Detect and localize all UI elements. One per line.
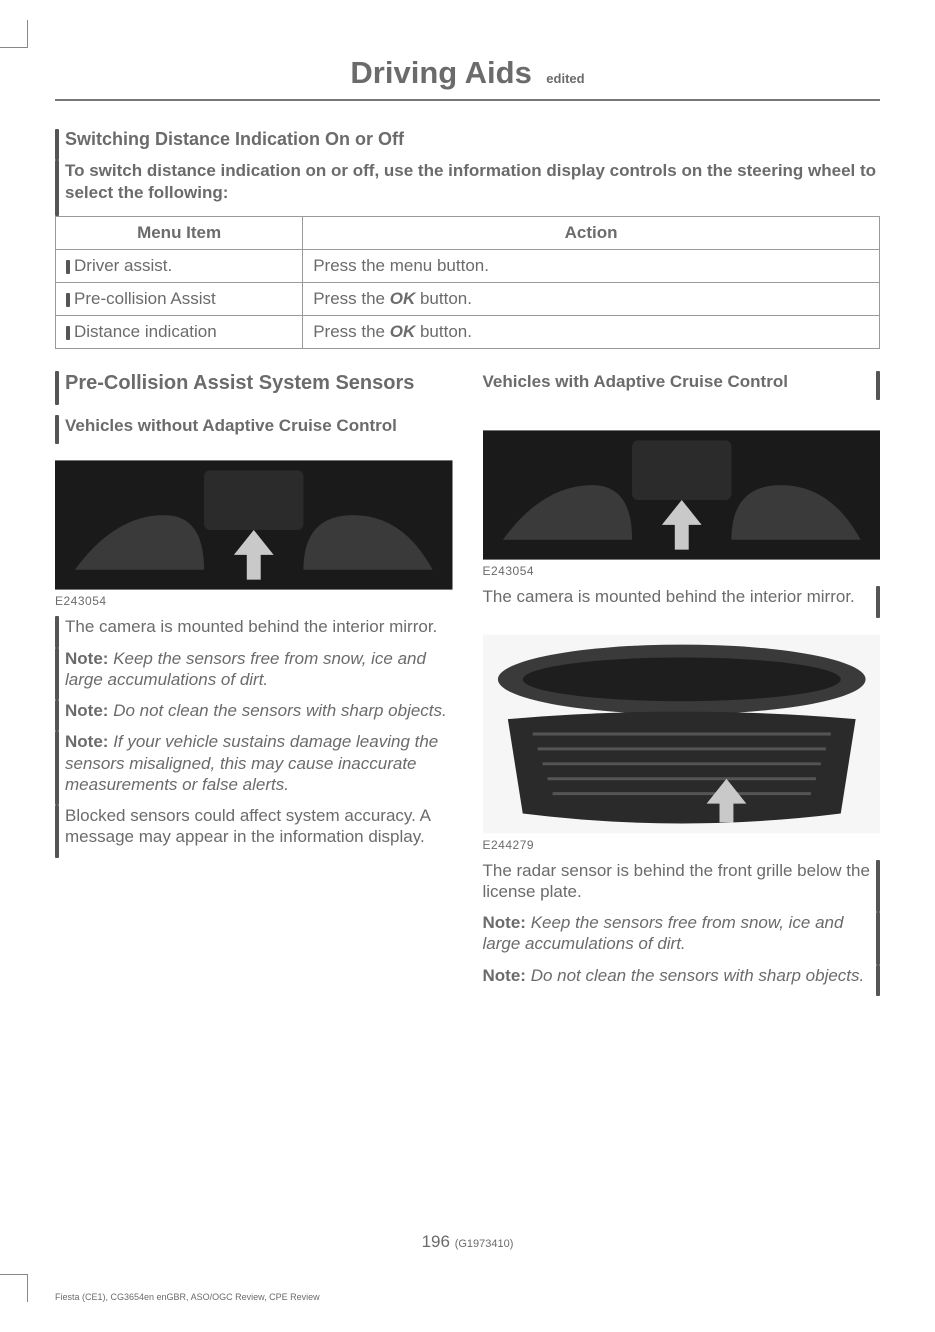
revision-bar	[55, 371, 59, 405]
table-row: Pre-collision Assist Press the OK button…	[56, 283, 880, 316]
revision-bar	[55, 648, 59, 701]
crop-mark-tl	[0, 20, 28, 48]
th-menu: Menu Item	[56, 217, 303, 250]
page-title: Driving Aids	[350, 55, 531, 90]
figure-caption: E243054	[483, 564, 881, 578]
revision-bar	[876, 965, 880, 996]
menu-action-table: Menu Item Action Driver assist. Press th…	[55, 216, 880, 349]
left-column: Pre-Collision Assist System Sensors Vehi…	[55, 371, 453, 996]
heading-without-acc: Vehicles without Adaptive Cruise Control	[65, 415, 397, 436]
page-number: 196 (G1973410)	[0, 1232, 935, 1252]
note-snow-2: Note: Keep the sensors free from snow, i…	[483, 912, 871, 955]
intro-text: To switch distance indication on or off,…	[65, 160, 880, 204]
interior-camera-svg	[483, 430, 881, 560]
front-grille-svg	[483, 634, 881, 834]
table-header-row: Menu Item Action	[56, 217, 880, 250]
para-camera-mount-2: The camera is mounted behind the interio…	[483, 586, 871, 607]
heading-with-acc: Vehicles with Adaptive Cruise Control	[483, 371, 871, 392]
revision-bar	[55, 700, 59, 731]
page-header: Driving Aids edited	[55, 55, 880, 101]
revision-bar	[876, 371, 880, 400]
revision-bar	[876, 860, 880, 913]
figure-front-grille	[483, 634, 881, 834]
note-sharp-2: Note: Do not clean the sensors with shar…	[483, 965, 871, 986]
revision-bar	[55, 129, 59, 160]
cell-menu: Driver assist.	[74, 256, 172, 275]
figure-interior-camera	[55, 460, 453, 590]
note-snow: Note: Keep the sensors free from snow, i…	[65, 648, 453, 691]
revision-bar	[55, 805, 59, 858]
cell-menu: Distance indication	[74, 322, 217, 341]
cell-action: Press the OK button.	[303, 283, 880, 316]
footer-meta: Fiesta (CE1), CG3654en enGBR, ASO/OGC Re…	[55, 1292, 320, 1302]
note-damage: Note: If your vehicle sustains damage le…	[65, 731, 453, 795]
figure-interior-camera-2	[483, 430, 881, 560]
para-camera-mount: The camera is mounted behind the interio…	[65, 616, 437, 637]
para-blocked: Blocked sensors could affect system accu…	[65, 805, 453, 848]
heading-sensors: Pre-Collision Assist System Sensors	[65, 371, 414, 395]
revision-bar	[55, 616, 59, 647]
para-radar: The radar sensor is behind the front gri…	[483, 860, 871, 903]
crop-mark-bl	[0, 1274, 28, 1302]
page-title-tag: edited	[546, 71, 584, 86]
right-column: Vehicles with Adaptive Cruise Control E2…	[483, 371, 881, 996]
revision-bar	[55, 415, 59, 444]
note-sharp: Note: Do not clean the sensors with shar…	[65, 700, 447, 721]
revision-tick	[66, 260, 70, 274]
heading-switching: Switching Distance Indication On or Off	[65, 129, 404, 150]
cell-menu: Pre-collision Assist	[74, 289, 216, 308]
revision-tick	[66, 326, 70, 340]
cell-action: Press the menu button.	[303, 250, 880, 283]
interior-camera-svg	[55, 460, 453, 590]
th-action: Action	[303, 217, 880, 250]
table-row: Distance indication Press the OK button.	[56, 316, 880, 349]
figure-caption: E243054	[55, 594, 453, 608]
cell-action: Press the OK button.	[303, 316, 880, 349]
revision-bar	[55, 731, 59, 805]
revision-tick	[66, 293, 70, 307]
revision-bar	[55, 160, 59, 216]
revision-bar	[876, 586, 880, 617]
revision-bar	[876, 912, 880, 965]
table-row: Driver assist. Press the menu button.	[56, 250, 880, 283]
figure-caption: E244279	[483, 838, 881, 852]
